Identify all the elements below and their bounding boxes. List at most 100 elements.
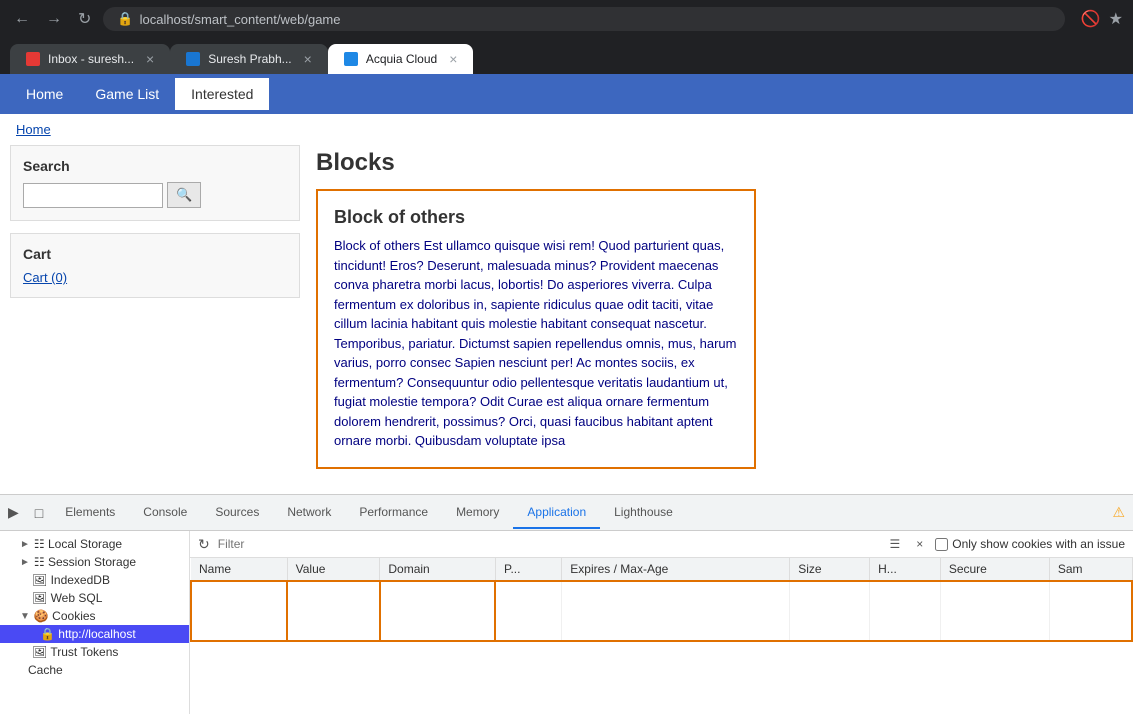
- back-button[interactable]: ←: [10, 8, 34, 30]
- nav-interested[interactable]: Interested: [175, 78, 269, 110]
- dt-item-session-storage[interactable]: ► ☷ Session Storage: [0, 553, 189, 571]
- td-domain: [380, 581, 496, 641]
- td-size: [790, 581, 870, 641]
- th-samesite: Sam: [1049, 558, 1132, 581]
- tab-memory[interactable]: Memory: [442, 497, 513, 529]
- table-row: [191, 581, 1132, 641]
- tab-application[interactable]: Application: [513, 497, 600, 529]
- td-secure: [940, 581, 1049, 641]
- devtools-panel: ↻ ☰ × Only show cookies with an issue: [190, 531, 1133, 714]
- dt-item-local-storage[interactable]: ► ☷ Local Storage: [0, 535, 189, 553]
- th-httponly: H...: [870, 558, 941, 581]
- filter-clear-button[interactable]: ×: [912, 535, 927, 553]
- block-card: Block of others Block of others Est ulla…: [316, 189, 756, 469]
- dt-item-label: Cache: [20, 663, 63, 677]
- page-title: Blocks: [316, 149, 1123, 177]
- td-httponly: [870, 581, 941, 641]
- browser-toolbar: ← → ↻ 🔒 localhost/smart_content/web/game…: [0, 0, 1133, 38]
- devtools-sidebar: ► ☷ Local Storage ► ☷ Session Storage 🖼 …: [0, 531, 190, 714]
- dt-item-label: 🖼 IndexedDB: [20, 573, 110, 587]
- dt-item-label: ☷ Session Storage: [34, 555, 136, 569]
- block-card-text: Block of others Est ullamco quisque wisi…: [334, 236, 738, 451]
- filter-refresh-button[interactable]: ↻: [198, 536, 210, 553]
- search-row: 🔍: [23, 182, 287, 208]
- tab-performance[interactable]: Performance: [345, 497, 442, 529]
- tab-label-inbox: Inbox - suresh...: [48, 52, 134, 66]
- dt-item-trust-tokens[interactable]: 🖼 Trust Tokens: [0, 643, 189, 661]
- nav-game-list[interactable]: Game List: [79, 78, 175, 110]
- chevron-down-icon: ▼: [20, 611, 30, 622]
- cart-link[interactable]: Cart (0): [23, 270, 67, 285]
- tab-close-inbox[interactable]: ×: [146, 51, 154, 67]
- page-content: Blocks Block of others Block of others E…: [316, 145, 1123, 469]
- th-path: P...: [495, 558, 561, 581]
- th-size: Size: [790, 558, 870, 581]
- dt-item-localhost[interactable]: 🔒 http://localhost: [0, 625, 189, 643]
- tab-acquia[interactable]: Acquia Cloud ×: [328, 44, 474, 74]
- filter-input[interactable]: [218, 537, 578, 551]
- cart-label: Cart: [23, 246, 287, 262]
- dt-item-label: 🖼 Web SQL: [20, 591, 102, 605]
- search-button[interactable]: 🔍: [167, 182, 201, 208]
- dt-item-indexeddb[interactable]: 🖼 IndexedDB: [0, 571, 189, 589]
- td-expires: [562, 581, 790, 641]
- search-label: Search: [23, 158, 287, 174]
- devtools-filter-bar: ↻ ☰ × Only show cookies with an issue: [190, 531, 1133, 558]
- tab-favicon-inbox: [26, 52, 40, 66]
- cookies-checkbox-text: Only show cookies with an issue: [952, 537, 1125, 551]
- tab-favicon-acquia: [344, 52, 358, 66]
- td-samesite: [1049, 581, 1132, 641]
- forward-button[interactable]: →: [42, 8, 66, 30]
- th-secure: Secure: [940, 558, 1049, 581]
- breadcrumb-home[interactable]: Home: [16, 122, 51, 137]
- toolbar-icons: 🚫 ★: [1081, 9, 1123, 29]
- breadcrumb: Home: [0, 114, 1133, 145]
- devtools-tabs: ▶ □ Elements Console Sources Network Per…: [0, 495, 1133, 531]
- tab-suresh[interactable]: Suresh Prabh... ×: [170, 44, 328, 74]
- nav-home[interactable]: Home: [10, 78, 79, 110]
- filter-options-button[interactable]: ☰: [885, 535, 904, 553]
- table-header-row: Name Value Domain P... Expires / Max-Age…: [191, 558, 1132, 581]
- tab-lighthouse[interactable]: Lighthouse: [600, 497, 687, 529]
- tab-label-suresh: Suresh Prabh...: [208, 52, 291, 66]
- chevron-right-icon: ►: [20, 539, 30, 550]
- cookies-checkbox-label[interactable]: Only show cookies with an issue: [935, 537, 1125, 551]
- th-value: Value: [287, 558, 380, 581]
- tab-sources[interactable]: Sources: [201, 497, 273, 529]
- th-name: Name: [191, 558, 287, 581]
- tab-elements[interactable]: Elements: [51, 497, 129, 529]
- dt-item-cache[interactable]: Cache: [0, 661, 189, 679]
- chevron-right-icon: ►: [20, 557, 30, 568]
- tab-favicon-suresh: [186, 52, 200, 66]
- dt-item-label: 🍪 Cookies: [34, 609, 96, 623]
- reload-button[interactable]: ↻: [74, 7, 95, 31]
- devtools: ▶ □ Elements Console Sources Network Per…: [0, 494, 1133, 714]
- tab-close-suresh[interactable]: ×: [304, 51, 312, 67]
- tab-label-acquia: Acquia Cloud: [366, 52, 437, 66]
- bookmark-icon[interactable]: ★: [1109, 9, 1123, 29]
- dt-item-label: 🔒 http://localhost: [20, 627, 136, 641]
- devtools-inspect-icon[interactable]: □: [27, 501, 51, 525]
- block-card-title: Block of others: [334, 207, 738, 228]
- tab-close-acquia[interactable]: ×: [449, 51, 457, 67]
- address-bar[interactable]: 🔒 localhost/smart_content/web/game: [103, 7, 1064, 31]
- devtools-cursor-icon[interactable]: ▶: [0, 500, 27, 525]
- tab-console[interactable]: Console: [129, 497, 201, 529]
- dt-item-web-sql[interactable]: 🖼 Web SQL: [0, 589, 189, 607]
- devtools-warning-icon[interactable]: ⚠: [1104, 500, 1133, 525]
- tab-network[interactable]: Network: [273, 497, 345, 529]
- td-name: [191, 581, 287, 641]
- site-nav: Home Game List Interested: [0, 74, 1133, 114]
- extension-icon[interactable]: 🚫: [1081, 9, 1101, 29]
- td-path: [495, 581, 561, 641]
- th-domain: Domain: [380, 558, 496, 581]
- cart-section: Cart Cart (0): [10, 233, 300, 298]
- tab-inbox[interactable]: Inbox - suresh... ×: [10, 44, 170, 74]
- search-input[interactable]: [23, 183, 163, 208]
- filter-actions: ☰ × Only show cookies with an issue: [885, 535, 1125, 553]
- dt-item-label: ☷ Local Storage: [34, 537, 122, 551]
- main-content: Search 🔍 Cart Cart (0) Blocks Block of o…: [0, 145, 1133, 469]
- cookies-checkbox-input[interactable]: [935, 538, 948, 551]
- dt-item-cookies[interactable]: ▼ 🍪 Cookies: [0, 607, 189, 625]
- website-area: Home Game List Interested Home Search 🔍 …: [0, 74, 1133, 494]
